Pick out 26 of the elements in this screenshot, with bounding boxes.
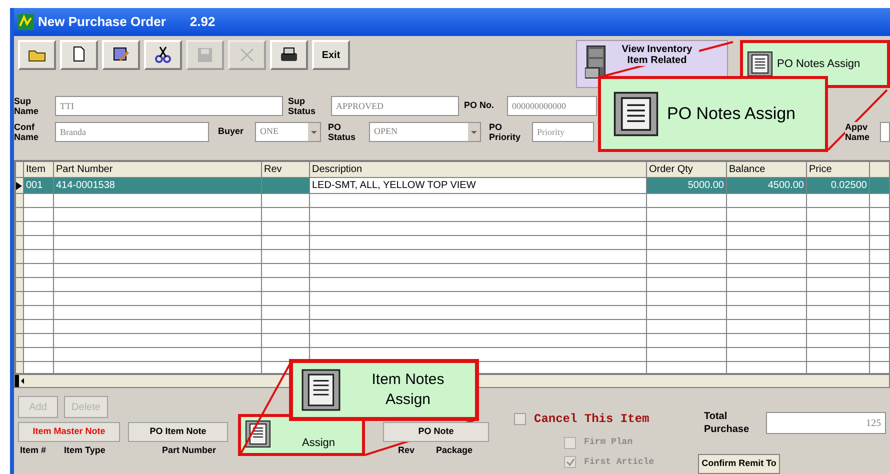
field-label: PO Priority xyxy=(489,122,522,142)
field-label: PO No. xyxy=(464,99,496,112)
table-cell: 5000.00 xyxy=(646,178,726,194)
field-label: Sup Name xyxy=(14,96,40,116)
field-label: Conf Name xyxy=(14,122,40,142)
checkbox-label: Firm Plan xyxy=(584,436,633,449)
table-cell: 001 xyxy=(24,178,54,194)
item-notes-callout-tooltip: Item Notes Assign xyxy=(289,359,479,421)
checkbox-label: Cancel This Item xyxy=(534,411,650,428)
column-label: Item # xyxy=(20,444,48,457)
total-purchase-label: Total Purchase xyxy=(704,410,750,436)
table-cell: LED-SMT, ALL, YELLOW TOP VIEW xyxy=(310,178,646,194)
field-label: Sup Status xyxy=(288,96,317,116)
checkbox-label: First Article xyxy=(584,456,654,468)
field-label: Buyer xyxy=(218,125,245,138)
column-label: Part Number xyxy=(162,444,218,457)
field-label: PO Status xyxy=(328,122,357,142)
table-cell: 414-0001538 xyxy=(54,178,262,194)
po-notes-callout-tooltip: PO Notes Assign xyxy=(598,76,828,152)
version-number: 2.92 xyxy=(190,13,216,32)
column-label: Package xyxy=(436,444,474,457)
window-title: New Purchase Order xyxy=(38,13,166,32)
column-label: Rev xyxy=(398,444,416,457)
table-cell: 0.02500 xyxy=(806,178,870,194)
column-label: Item Type xyxy=(64,444,106,457)
table-cell: 4500.00 xyxy=(726,178,806,194)
